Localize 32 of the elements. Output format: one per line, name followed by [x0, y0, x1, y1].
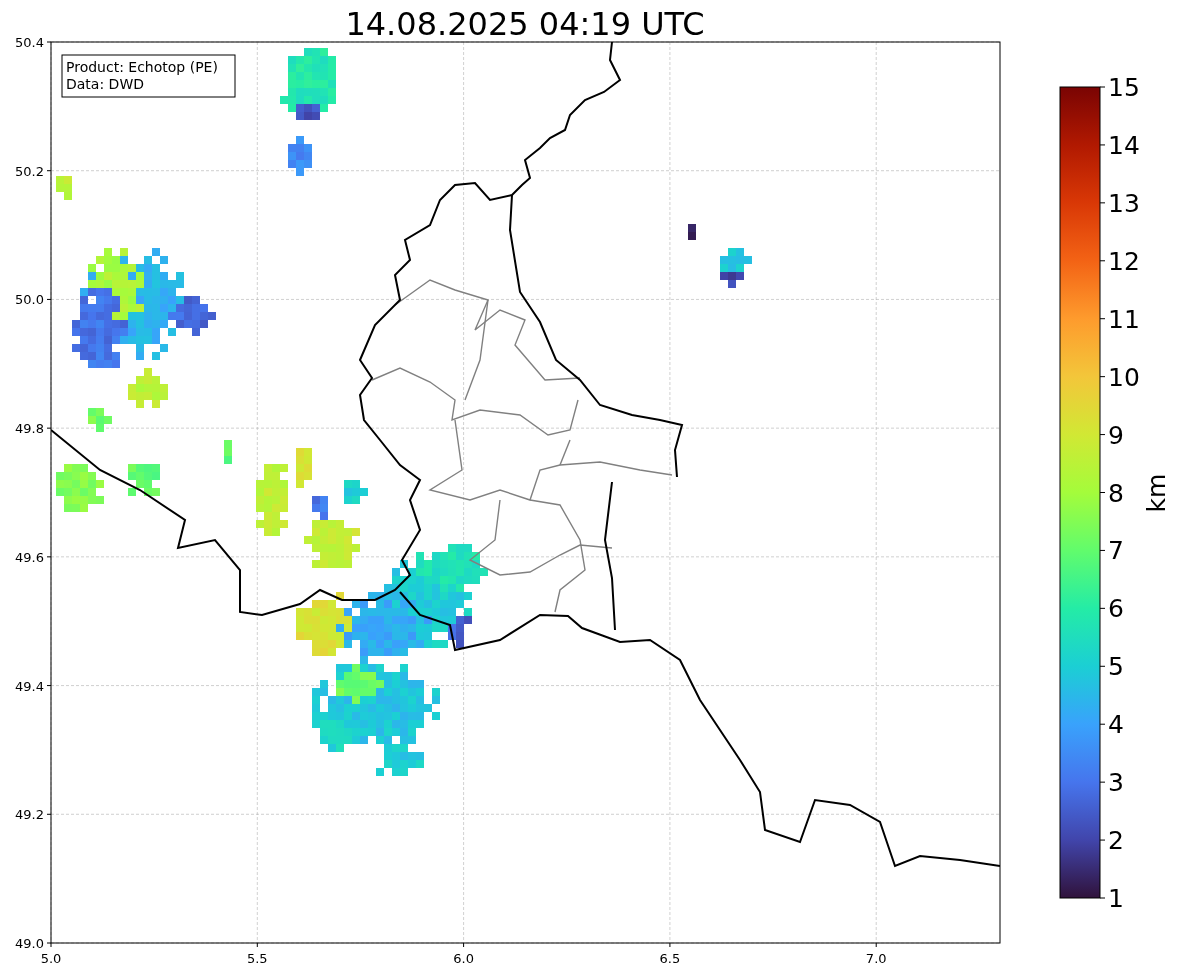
colorbar-tick-label: 6 [1108, 594, 1124, 624]
colorbar-tick-label: 2 [1108, 826, 1124, 856]
info-text: Product: Echotop (PE) [66, 59, 218, 75]
colorbar-tick-label: 4 [1108, 710, 1124, 740]
colorbar-tick-label: 5 [1108, 652, 1124, 682]
colorbar-tick-label: 15 [1108, 73, 1140, 102]
chart-title: 14.08.2025 04:19 UTC [345, 5, 705, 43]
x-tick-label: 6.5 [659, 951, 681, 966]
y-tick-label: 50.4 [15, 35, 44, 50]
colorbar-tick-label: 14 [1108, 130, 1140, 160]
colorbar-label: km [1142, 473, 1171, 513]
colorbar-tick-label: 11 [1108, 304, 1140, 334]
y-tick-label: 49.2 [15, 807, 44, 823]
y-tick-label: 49.0 [15, 936, 44, 951]
y-tick-label: 50.0 [15, 292, 44, 308]
y-tick-label: 49.8 [15, 421, 44, 437]
colorbar-tick-label: 13 [1108, 188, 1140, 218]
x-tick-label: 5.5 [246, 951, 268, 966]
colorbar-tick-label: 10 [1108, 362, 1140, 392]
y-tick-label: 50.2 [15, 163, 44, 179]
colorbar-tick-label: 12 [1108, 246, 1140, 276]
colorbar-tick-label: 7 [1108, 536, 1124, 566]
x-tick-label: 5.0 [40, 951, 62, 966]
colorbar-tick-label: 3 [1108, 768, 1124, 798]
info-text: Data: DWD [66, 76, 144, 92]
colorbar-tick-label: 1 [1108, 884, 1124, 913]
colorbar-tick-label: 8 [1108, 478, 1124, 508]
x-tick-label: 6.0 [453, 951, 474, 966]
y-tick-label: 49.6 [15, 549, 44, 565]
y-tick-label: 49.4 [15, 678, 44, 694]
colorbar-tick-label: 9 [1108, 420, 1124, 450]
x-tick-label: 7.0 [865, 951, 887, 966]
